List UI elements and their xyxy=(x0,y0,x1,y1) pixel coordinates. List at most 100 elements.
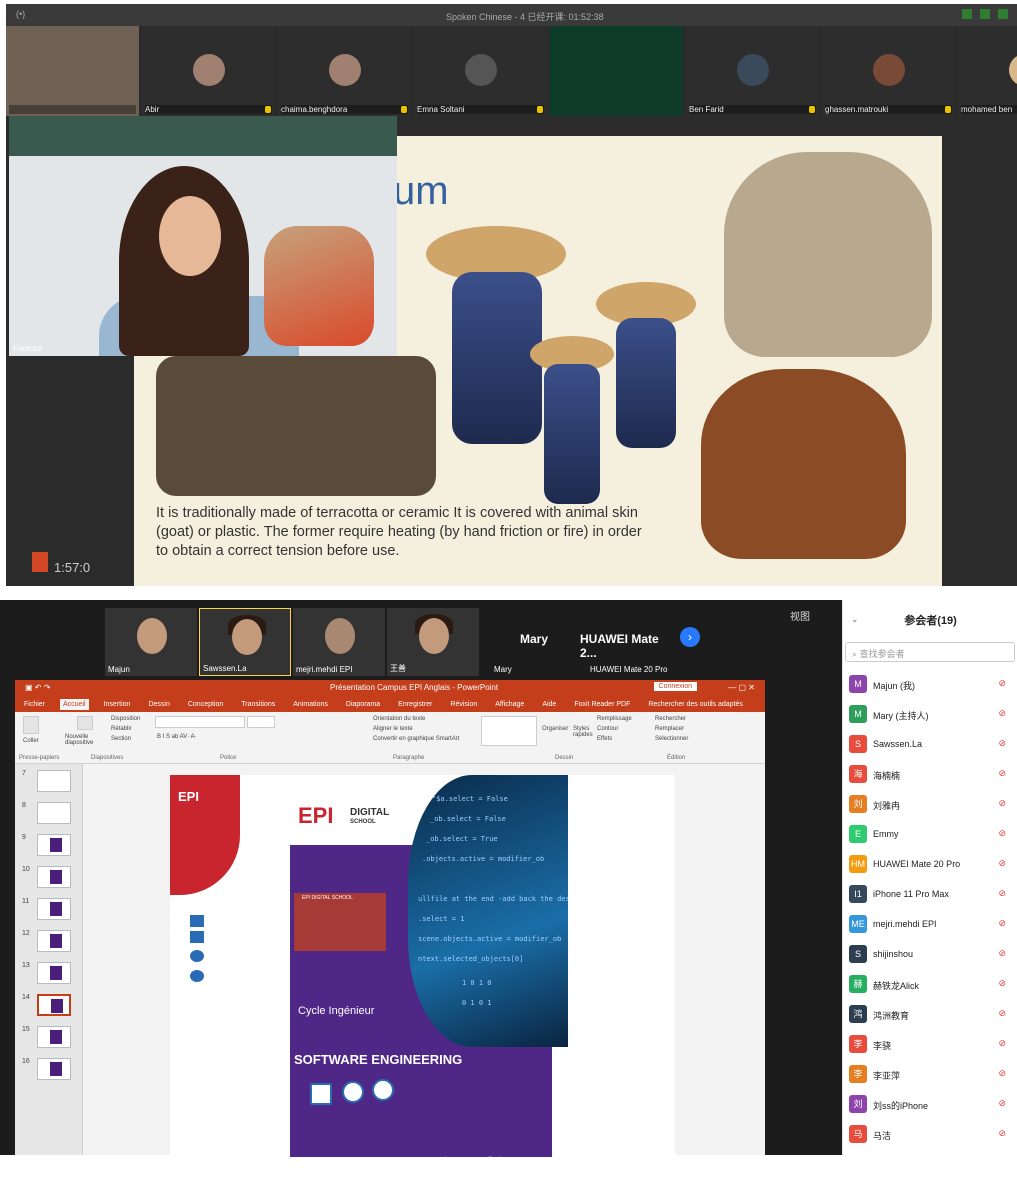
slide-thumbnail[interactable] xyxy=(37,866,71,888)
paste-label[interactable]: Coller xyxy=(23,738,39,744)
video-tile[interactable]: Ben Farid xyxy=(686,26,819,116)
slide-thumbnail[interactable] xyxy=(37,930,71,952)
participant-row[interactable]: SSawssen.La⊘ xyxy=(843,730,1017,758)
powerpoint-icon[interactable] xyxy=(32,552,48,572)
paste-icon[interactable] xyxy=(23,716,39,734)
tab-aide[interactable]: Aide xyxy=(539,699,559,710)
replace-button[interactable]: Remplacer xyxy=(655,726,684,732)
mic-muted-icon[interactable]: ⊘ xyxy=(998,948,1006,959)
video-tile[interactable]: HUAWEI Mate 2...HUAWEI Mate 20 Pro xyxy=(576,608,676,676)
mic-muted-icon[interactable]: ⊘ xyxy=(998,678,1006,689)
participant-row[interactable]: MEmejri.mehdi EPI⊘ xyxy=(843,910,1017,938)
participant-row[interactable]: MMajun (我)⊘ xyxy=(843,670,1017,698)
save-icon[interactable]: ▣ ↶ ↷ xyxy=(25,683,50,692)
mic-muted-icon[interactable]: ⊘ xyxy=(998,1038,1006,1049)
mic-muted-icon[interactable]: ⊘ xyxy=(998,768,1006,779)
tab-insertion[interactable]: Insertion xyxy=(101,699,134,710)
tab-affichage[interactable]: Affichage xyxy=(492,699,527,710)
reset-button[interactable]: Rétablir xyxy=(111,726,132,732)
tab-diaporama[interactable]: Diaporama xyxy=(343,699,383,710)
outline-button[interactable]: Contour xyxy=(597,726,618,732)
next-page-icon[interactable]: › xyxy=(680,627,700,647)
participant-row[interactable]: EEmmy⊘ xyxy=(843,820,1017,848)
participant-row[interactable]: 鸿鸿洲教育⊘ xyxy=(843,1000,1017,1028)
tab-animations[interactable]: Animations xyxy=(290,699,331,710)
video-tile[interactable] xyxy=(550,26,683,116)
slide-thumbnail[interactable] xyxy=(37,802,71,824)
font-size-box[interactable] xyxy=(247,716,275,728)
participant-row[interactable]: 马马洁⊘ xyxy=(843,1120,1017,1148)
participant-row[interactable]: 李李亚萍⊘ xyxy=(843,1060,1017,1088)
participant-row[interactable]: I1iPhone 11 Pro Max⊘ xyxy=(843,880,1017,908)
video-tile[interactable]: MaryMary xyxy=(482,608,570,676)
video-tile[interactable]: Abir xyxy=(142,26,275,116)
video-tile[interactable]: mejri.mehdi EPI xyxy=(293,608,385,676)
align-text-button[interactable]: Aligner le texte xyxy=(373,726,413,732)
participant-row[interactable]: HMHUAWEI Mate 20 Pro⊘ xyxy=(843,850,1017,878)
shapes-gallery[interactable] xyxy=(481,716,537,746)
new-slide-button[interactable]: Nouvelle diapositive xyxy=(65,734,103,746)
slide-thumbnail[interactable] xyxy=(37,1026,71,1048)
video-tile[interactable]: Emna Soltani xyxy=(414,26,547,116)
mic-muted-icon[interactable]: ⊘ xyxy=(998,978,1006,989)
layout-button[interactable]: Disposition xyxy=(111,716,140,722)
section-button[interactable]: Section xyxy=(111,736,131,742)
mic-muted-icon[interactable]: ⊘ xyxy=(998,888,1006,899)
select-button[interactable]: Sélectionner xyxy=(655,736,688,742)
smartart-button[interactable]: Convertir en graphique SmartArt xyxy=(373,736,459,742)
mic-muted-icon[interactable]: ⊘ xyxy=(998,858,1006,869)
connexion-button[interactable]: Connexion xyxy=(654,682,697,691)
tab-foxit[interactable]: Foxit Reader PDF xyxy=(571,699,633,710)
slide-thumbnail-selected[interactable] xyxy=(37,994,71,1016)
new-slide-icon[interactable] xyxy=(77,716,93,730)
participant-row[interactable]: 李李骁⊘ xyxy=(843,1030,1017,1058)
tab-conception[interactable]: Conception xyxy=(185,699,226,710)
slide-thumbnail[interactable] xyxy=(37,962,71,984)
slide-canvas[interactable]: EPI EPI DIGITAL SCHOOL EPI DIGITAL SCHOO… xyxy=(170,775,675,1155)
slide-thumbnail[interactable] xyxy=(37,898,71,920)
grid-view-icon[interactable] xyxy=(998,9,1008,19)
video-tile[interactable] xyxy=(6,26,139,116)
slide-thumbnail[interactable] xyxy=(37,1058,71,1080)
tab-dessin[interactable]: Dessin xyxy=(145,699,172,710)
tab-enregistrer[interactable]: Enregistrer xyxy=(395,699,435,710)
fill-button[interactable]: Remplissage xyxy=(597,716,632,722)
quick-styles-button[interactable]: Styles rapides xyxy=(573,726,593,738)
slide-thumbnail[interactable] xyxy=(37,770,71,792)
video-tile[interactable]: Sawssen.La xyxy=(199,608,291,676)
participant-row[interactable]: Sshijinshou⊘ xyxy=(843,940,1017,968)
effects-button[interactable]: Effets xyxy=(597,736,612,742)
mic-muted-icon[interactable]: ⊘ xyxy=(998,828,1006,839)
arrange-button[interactable]: Organiser xyxy=(542,726,568,732)
video-tile[interactable]: chaima.benghdora xyxy=(278,26,411,116)
video-tile[interactable]: 王善 xyxy=(387,608,479,676)
participant-row[interactable]: 刘刘ss的iPhone⊘ xyxy=(843,1090,1017,1118)
view-button[interactable]: 视图 xyxy=(790,608,810,623)
speaker-camera[interactable]: Ferouze xyxy=(9,116,397,356)
participant-row[interactable]: 刘刘雅冉⊘ xyxy=(843,790,1017,818)
mic-muted-icon[interactable]: ⊘ xyxy=(998,1008,1006,1019)
mic-muted-icon[interactable]: ⊘ xyxy=(998,918,1006,929)
participant-row[interactable]: 赫赫铁龙Alick⊘ xyxy=(843,970,1017,998)
find-button[interactable]: Rechercher xyxy=(655,716,686,722)
mic-muted-icon[interactable]: ⊘ xyxy=(998,1098,1006,1109)
video-tile[interactable]: ghassen.matrouki xyxy=(822,26,955,116)
tab-transitions[interactable]: Transitions xyxy=(238,699,278,710)
video-tile[interactable]: Majun xyxy=(105,608,197,676)
participant-search-input[interactable]: ⌕ 查找参会者 xyxy=(845,642,1015,662)
cam-status-icon[interactable] xyxy=(980,9,990,19)
participant-row[interactable]: 海海楠楠⊘ xyxy=(843,760,1017,788)
mic-muted-icon[interactable]: ⊘ xyxy=(998,1068,1006,1079)
window-controls-icon[interactable]: — ▢ ✕ xyxy=(728,683,755,692)
mic-muted-icon[interactable]: ⊘ xyxy=(998,708,1006,719)
tell-me-search[interactable]: Rechercher des outils adaptés xyxy=(645,699,746,710)
video-tile[interactable]: mohamed ben xyxy=(958,26,1017,116)
slide-thumbnail[interactable] xyxy=(37,834,71,856)
mic-muted-icon[interactable]: ⊘ xyxy=(998,798,1006,809)
tab-revision[interactable]: Révision xyxy=(447,699,480,710)
tab-fichier[interactable]: Fichier xyxy=(21,699,48,710)
participant-row[interactable]: MMary (主持人)⊘ xyxy=(843,700,1017,728)
mic-muted-icon[interactable]: ⊘ xyxy=(998,738,1006,749)
text-direction-button[interactable]: Orientation du texte xyxy=(373,716,425,722)
chevron-down-icon[interactable]: ⌄ xyxy=(851,614,859,625)
